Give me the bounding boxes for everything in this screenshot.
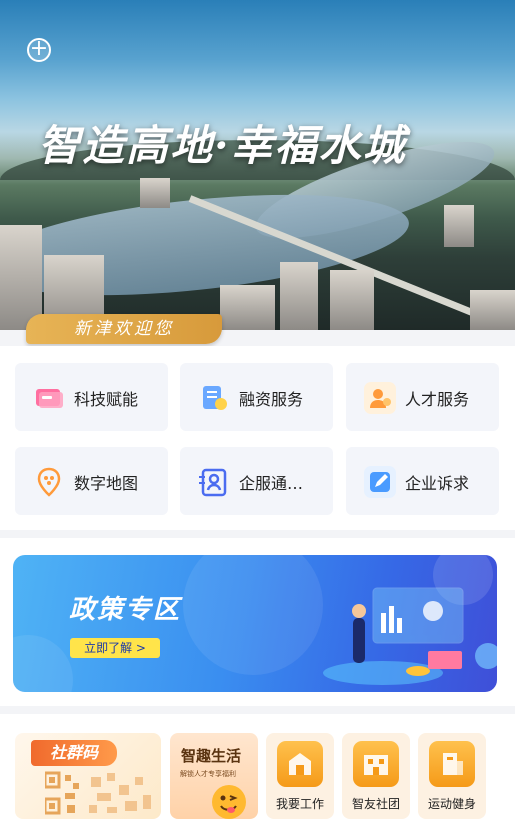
fitness-building-icon [429, 741, 475, 787]
fitness-label: 运动健身 [427, 797, 476, 811]
community-qr-tag: 社群码 [31, 740, 117, 766]
service-tech[interactable]: 科技赋能 [15, 363, 168, 431]
talent-person-icon [364, 382, 396, 414]
service-talent[interactable]: 人才服务 [346, 363, 499, 431]
club-shortcut[interactable]: 智友社团 [342, 733, 410, 819]
banner-building [280, 262, 318, 330]
service-label: 融资服务 [239, 390, 304, 409]
banner-building [140, 178, 170, 208]
learn-more-button[interactable]: 立即了解 > [70, 638, 160, 658]
decor-circle [183, 555, 323, 675]
smart-life-subtitle: 解锁人才专享福利 [180, 770, 236, 778]
fitness-shortcut[interactable]: 运动健身 [418, 733, 486, 819]
decor-circle [13, 635, 73, 692]
smart-life-card[interactable]: 智趣生活 解锁人才专享福利 [170, 733, 258, 819]
service-label: 数字地图 [74, 474, 139, 493]
banner-building [444, 205, 474, 247]
smart-life-title: 智趣生活 [181, 747, 242, 765]
work-label: 我要工作 [275, 797, 324, 811]
hero-banner: 智造高地·幸福水城 + [0, 0, 515, 330]
tech-card-icon [33, 382, 65, 414]
work-building-icon [277, 741, 323, 787]
finance-document-icon [198, 382, 230, 414]
policy-title: 政策专区 [69, 595, 182, 625]
enterprise-id-icon [198, 466, 230, 498]
banner-building [470, 290, 515, 330]
banner-building [220, 285, 275, 330]
service-label: 人才服务 [405, 390, 470, 409]
club-building-icon [353, 741, 399, 787]
service-request[interactable]: 企业诉求 [346, 447, 499, 515]
service-enterprise[interactable]: 企服通… [180, 447, 333, 515]
service-label: 企服通… [239, 474, 304, 493]
dashboard-illustration [313, 573, 483, 688]
service-grid: 科技赋能 融资服务 人才服务 数字地图 企服通… 企业诉求 [0, 346, 515, 530]
service-finance[interactable]: 融资服务 [180, 363, 333, 431]
policy-banner[interactable]: 政策专区 立即了解 > [13, 555, 497, 692]
map-pin-icon [33, 466, 65, 498]
edit-request-icon [364, 466, 396, 498]
community-qr-card[interactable]: 社群码 [15, 733, 161, 819]
qr-code-icon [43, 771, 155, 819]
work-shortcut[interactable]: 我要工作 [266, 733, 334, 819]
smiley-face-icon [212, 785, 246, 819]
banner-title: 智造高地·幸福水城 [38, 121, 407, 170]
life-section: 社群码 智趣生活 解锁人才专享福利 我要工作 智友社团 运动健身 [0, 714, 515, 840]
service-label: 企业诉求 [405, 474, 470, 493]
add-icon[interactable]: + [27, 38, 51, 62]
banner-building [330, 270, 374, 330]
policy-section: 政策专区 立即了解 > [0, 538, 515, 706]
club-label: 智友社团 [351, 797, 400, 811]
welcome-badge: 新津欢迎您 [26, 314, 222, 344]
service-label: 科技赋能 [74, 390, 139, 409]
service-map[interactable]: 数字地图 [15, 447, 168, 515]
